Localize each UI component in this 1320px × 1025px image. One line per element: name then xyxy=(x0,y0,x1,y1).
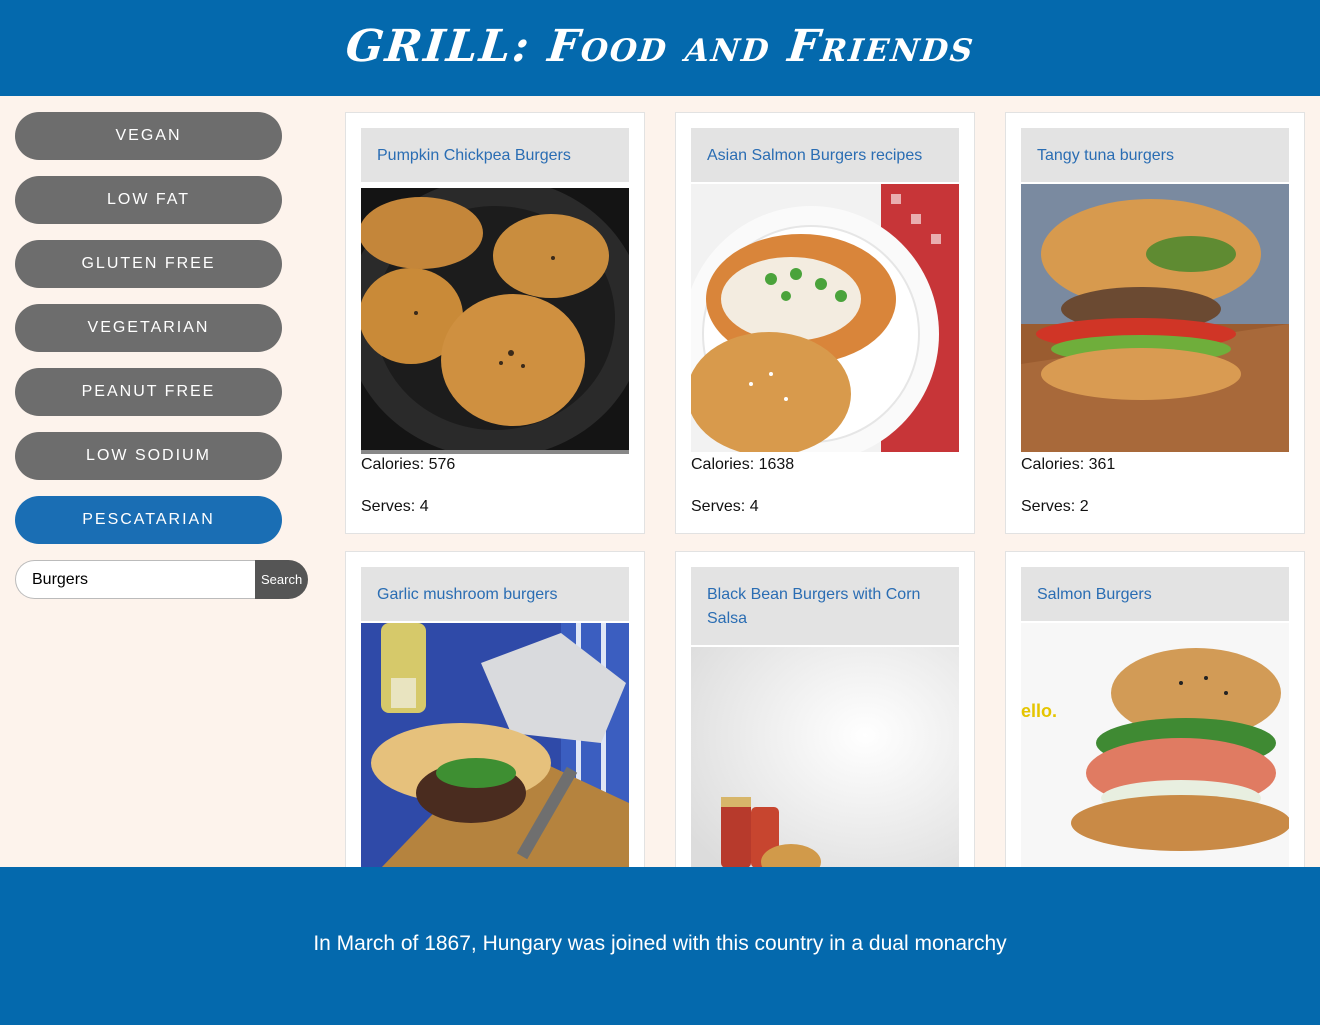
search-input[interactable] xyxy=(15,560,255,599)
recipe-image[interactable] xyxy=(691,184,959,452)
filter-low-sodium-button[interactable]: LOW SODIUM xyxy=(15,432,282,480)
site-header: GRILL: Food and Friends xyxy=(0,0,1320,96)
recipe-calories: Calories: 576 xyxy=(361,456,456,473)
filter-gluten-free-button[interactable]: GLUTEN FREE xyxy=(15,240,282,288)
filter-low-fat-button[interactable]: LOW FAT xyxy=(15,176,282,224)
recipe-card[interactable]: Garlic mushroom burgers xyxy=(345,551,645,871)
search-button[interactable]: Search xyxy=(255,560,309,599)
recipe-serves: Serves: 2 xyxy=(1021,498,1089,515)
footer: In March of 1867, Hungary was joined wit… xyxy=(0,867,1320,1025)
recipe-image[interactable] xyxy=(361,188,629,454)
recipe-image[interactable]: ello. xyxy=(1021,623,1289,868)
recipe-title-link[interactable]: Asian Salmon Burgers recipes xyxy=(691,128,959,182)
filter-peanut-free-button[interactable]: PEANUT FREE xyxy=(15,368,282,416)
recipe-serves: Serves: 4 xyxy=(691,498,759,515)
recipe-title-link[interactable]: Salmon Burgers xyxy=(1021,567,1289,621)
recipe-image[interactable] xyxy=(691,647,959,868)
recipe-image[interactable] xyxy=(1021,184,1289,452)
footer-trivia-text: In March of 1867, Hungary was joined wit… xyxy=(313,932,1007,955)
site-title: GRILL: Food and Friends xyxy=(342,20,978,72)
recipe-title-link[interactable]: Tangy tuna burgers xyxy=(1021,128,1289,182)
image-caption-text: ello. xyxy=(1021,701,1057,721)
recipe-card[interactable]: Black Bean Burgers with Corn Salsa xyxy=(675,551,975,871)
recipe-calories: Calories: 1638 xyxy=(691,456,795,473)
recipe-card[interactable]: Asian Salmon Burgers recipes Calories: 1… xyxy=(675,112,975,534)
recipe-title-link[interactable]: Pumpkin Chickpea Burgers xyxy=(361,128,629,182)
search-form: Search xyxy=(15,560,309,599)
recipe-title-link[interactable]: Black Bean Burgers with Corn Salsa xyxy=(691,567,959,645)
recipe-card[interactable]: Tangy tuna burgers Calories: 361 Serves:… xyxy=(1005,112,1305,534)
recipe-calories: Calories: 361 xyxy=(1021,456,1116,473)
filter-sidebar: VEGAN LOW FAT GLUTEN FREE VEGETARIAN PEA… xyxy=(15,112,309,599)
filter-pescatarian-button[interactable]: PESCATARIAN xyxy=(15,496,282,544)
recipe-image[interactable] xyxy=(361,623,629,868)
filter-vegan-button[interactable]: VEGAN xyxy=(15,112,282,160)
filter-vegetarian-button[interactable]: VEGETARIAN xyxy=(15,304,282,352)
recipe-card[interactable]: Pumpkin Chickpea Burgers Calories: 576 S… xyxy=(345,112,645,534)
recipe-serves: Serves: 4 xyxy=(361,498,429,515)
recipe-card[interactable]: Salmon Burgers ello. xyxy=(1005,551,1305,871)
recipe-title-link[interactable]: Garlic mushroom burgers xyxy=(361,567,629,621)
